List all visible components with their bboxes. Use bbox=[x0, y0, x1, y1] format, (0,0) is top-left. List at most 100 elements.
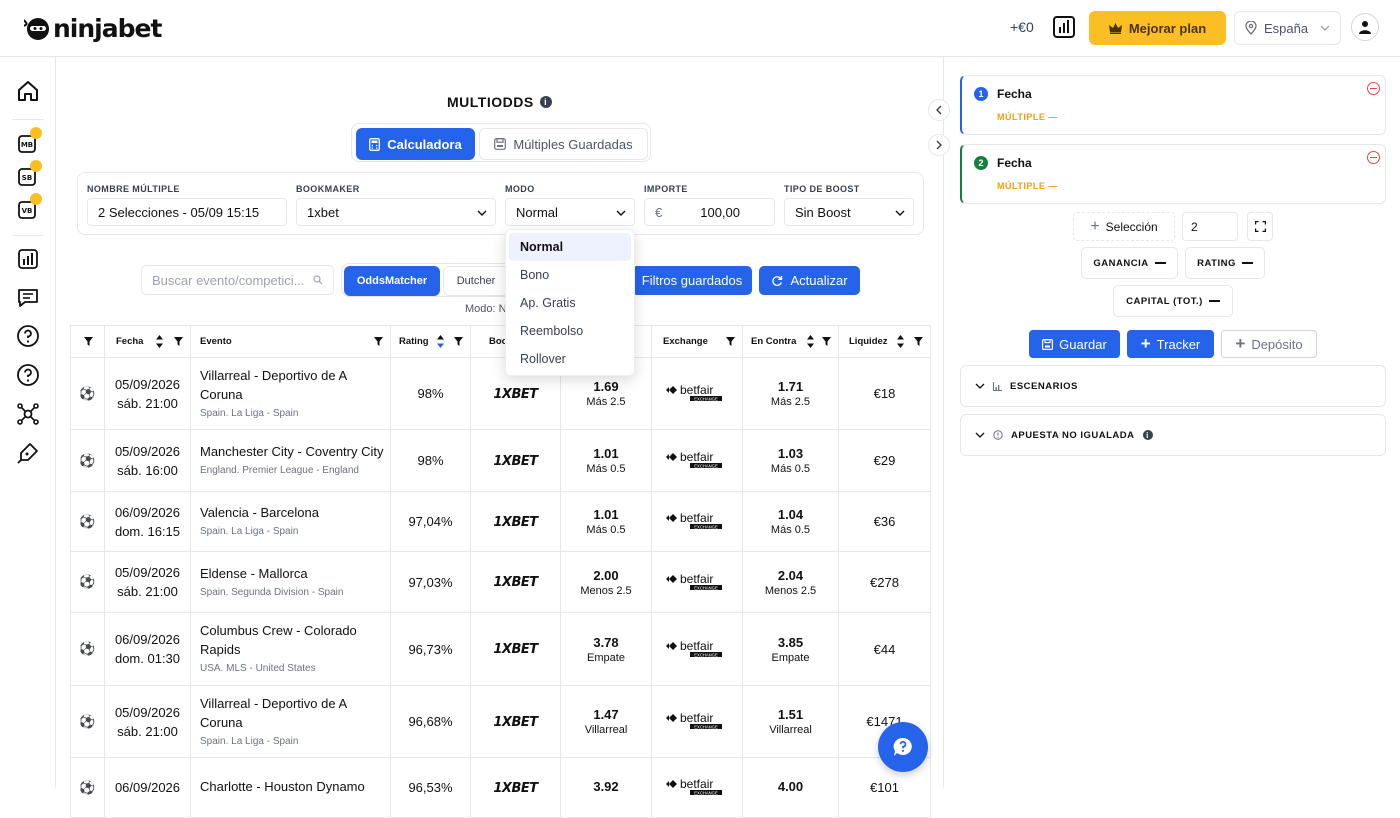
table-row[interactable]: ⚽ 05/09/2026 sáb. 21:00 Villarreal - Deport… bbox=[70, 357, 931, 430]
tab-calculadora[interactable]: Calculadora bbox=[356, 128, 475, 160]
saved-filters-button[interactable]: Filtros guardados bbox=[632, 266, 752, 295]
prev-button[interactable] bbox=[928, 99, 950, 121]
segment-dutcher[interactable]: Dutcher bbox=[443, 266, 509, 296]
remove-selection-icon[interactable] bbox=[1367, 151, 1380, 164]
home-icon[interactable] bbox=[16, 79, 40, 103]
event-cell[interactable]: Columbus Crew - Colorado Rapids USA. MLS … bbox=[190, 612, 391, 686]
header-en-contra[interactable]: En Contra bbox=[742, 325, 839, 358]
info-icon[interactable]: i bbox=[539, 96, 552, 108]
importe-input[interactable]: € 100,00 bbox=[644, 198, 775, 226]
pen-icon[interactable] bbox=[16, 441, 40, 465]
header-evento[interactable]: Evento bbox=[190, 325, 391, 358]
sort-icon[interactable] bbox=[807, 335, 814, 348]
lay-odds-cell[interactable]: 1.51 Villarreal bbox=[742, 685, 839, 758]
info-icon[interactable]: i bbox=[1142, 430, 1153, 440]
help-chat-button[interactable] bbox=[878, 722, 928, 772]
filter-icon[interactable] bbox=[914, 337, 923, 346]
filter-icon[interactable] bbox=[454, 337, 463, 346]
table-row[interactable]: ⚽ 06/09/2026 dom. 01:30 Columbus Crew - Col… bbox=[70, 612, 931, 686]
vb-icon[interactable]: VB bbox=[16, 193, 42, 221]
sort-icon[interactable] bbox=[156, 335, 163, 348]
exchange-logo[interactable]: betfair EXCHANGE bbox=[651, 429, 743, 492]
chat-icon[interactable] bbox=[16, 286, 40, 310]
lay-odds-cell[interactable]: 3.85 Empate bbox=[742, 612, 839, 686]
boost-select[interactable]: Sin Boost bbox=[784, 198, 914, 226]
modo-option-rollover[interactable]: Rollover bbox=[509, 345, 631, 373]
header-liquidez[interactable]: Liquidez bbox=[838, 325, 931, 358]
header-exchange[interactable]: Exchange bbox=[651, 325, 743, 358]
lay-odds-cell[interactable]: 1.04 Más 0.5 bbox=[742, 491, 839, 552]
selection-card-1[interactable]: 1 Fecha MÚLTIPLE — bbox=[960, 75, 1386, 135]
lay-odds-cell[interactable]: 2.04 Menos 2.5 bbox=[742, 551, 839, 613]
selection-card-2[interactable]: 2 Fecha MÚLTIPLE — bbox=[960, 144, 1386, 204]
modo-select[interactable]: Normal bbox=[505, 198, 635, 226]
filter-icon[interactable] bbox=[84, 337, 93, 346]
modo-option-bono[interactable]: Bono bbox=[509, 261, 631, 289]
escenarios-accordion[interactable]: ESCENARIOS bbox=[960, 365, 1386, 407]
table-row[interactable]: ⚽ 05/09/2026 sáb. 16:00 Manchester City - C… bbox=[70, 429, 931, 492]
ninjabet-logo[interactable]: ninjabet bbox=[24, 12, 162, 44]
bookmaker-select[interactable]: 1xbet bbox=[296, 198, 496, 226]
lay-odds-cell[interactable]: 1.71 Más 2.5 bbox=[742, 357, 839, 430]
sb-icon[interactable]: SB bbox=[16, 160, 42, 188]
lay-odds-cell[interactable]: 1.03 Más 0.5 bbox=[742, 429, 839, 492]
header-fecha[interactable]: Fecha bbox=[104, 325, 191, 358]
filter-icon[interactable] bbox=[726, 337, 735, 346]
back-odds-cell[interactable]: 1.01 Más 0.5 bbox=[560, 429, 652, 492]
header-icon-col[interactable] bbox=[70, 325, 105, 358]
balance-display[interactable]: +€0 bbox=[1010, 19, 1034, 35]
event-cell[interactable]: Eldense - Mallorca Spain. Segunda Divisio… bbox=[190, 551, 391, 613]
modo-option-ap-gratis[interactable]: Ap. Gratis bbox=[509, 289, 631, 317]
network-icon[interactable] bbox=[16, 402, 40, 426]
exchange-logo[interactable]: betfair EXCHANGE bbox=[651, 357, 743, 430]
filter-icon[interactable] bbox=[374, 337, 383, 346]
help-circle-icon[interactable] bbox=[16, 363, 40, 387]
country-selector[interactable]: España bbox=[1234, 11, 1341, 45]
exchange-logo[interactable]: betfair EXCHANGE bbox=[651, 491, 743, 552]
next-button[interactable] bbox=[928, 134, 950, 156]
mb-icon[interactable]: MB bbox=[16, 127, 42, 155]
event-cell[interactable]: Valencia - Barcelona Spain. La Liga - Spa… bbox=[190, 491, 391, 552]
event-cell[interactable]: Villarreal - Deportivo de A Coruna Spain.… bbox=[190, 685, 391, 758]
segment-oddsmatcher[interactable]: OddsMatcher bbox=[344, 266, 440, 296]
filter-icon[interactable] bbox=[174, 337, 183, 346]
stats-icon[interactable] bbox=[1052, 15, 1076, 39]
event-cell[interactable]: Manchester City - Coventry City England. … bbox=[190, 429, 391, 492]
filter-icon[interactable] bbox=[822, 337, 831, 346]
sort-icon[interactable] bbox=[897, 335, 904, 348]
expand-button[interactable] bbox=[1247, 212, 1273, 241]
apuesta-no-igualada-accordion[interactable]: APUESTA NO IGUALADA i bbox=[960, 414, 1386, 456]
exchange-logo[interactable]: betfair EXCHANGE bbox=[651, 551, 743, 613]
table-row[interactable]: ⚽ 05/09/2026 sáb. 21:00 Eldense - Mallorca S… bbox=[70, 551, 931, 613]
table-row[interactable]: ⚽ 06/09/2026 dom. 16:15 Valencia - Barcelon… bbox=[70, 491, 931, 552]
back-odds-cell[interactable]: 1.47 Villarreal bbox=[560, 685, 652, 758]
refresh-button[interactable]: Actualizar bbox=[759, 266, 860, 295]
modo-option-normal[interactable]: Normal bbox=[509, 233, 631, 261]
upgrade-plan-button[interactable]: Mejorar plan bbox=[1089, 11, 1226, 45]
bar-chart-icon[interactable] bbox=[16, 247, 40, 271]
search-input[interactable]: Buscar evento/competici... bbox=[141, 265, 334, 295]
event-cell[interactable]: Villarreal - Deportivo de A Coruna Spain.… bbox=[190, 357, 391, 430]
add-selection-button[interactable]: + Selección bbox=[1073, 212, 1175, 241]
selection-count-input[interactable]: 2 bbox=[1182, 212, 1238, 241]
bookmaker-logo[interactable]: 1XBET bbox=[470, 429, 561, 492]
back-odds-cell[interactable]: 1.01 Más 0.5 bbox=[560, 491, 652, 552]
help-icon[interactable] bbox=[16, 324, 40, 348]
table-row[interactable]: ⚽ 05/09/2026 sáb. 21:00 Villarreal - Deport… bbox=[70, 685, 931, 758]
bookmaker-logo[interactable]: 1XBET bbox=[470, 612, 561, 686]
sort-desc-icon[interactable] bbox=[437, 335, 444, 348]
tracker-button[interactable]: + Tracker bbox=[1127, 330, 1214, 358]
tab-multiples-guardadas[interactable]: Múltiples Guardadas bbox=[479, 128, 648, 160]
user-avatar[interactable] bbox=[1351, 13, 1379, 41]
guardar-button[interactable]: Guardar bbox=[1029, 330, 1120, 358]
remove-selection-icon[interactable] bbox=[1367, 82, 1380, 95]
modo-option-reembolso[interactable]: Reembolso bbox=[509, 317, 631, 345]
bookmaker-logo[interactable]: 1XBET bbox=[470, 551, 561, 613]
back-odds-cell[interactable]: 2.00 Menos 2.5 bbox=[560, 551, 652, 613]
exchange-logo[interactable]: betfair EXCHANGE bbox=[651, 685, 743, 758]
deposito-button[interactable]: + Depósito bbox=[1221, 330, 1317, 358]
bookmaker-logo[interactable]: 1XBET bbox=[470, 685, 561, 758]
bookmaker-logo[interactable]: 1XBET bbox=[470, 491, 561, 552]
exchange-logo[interactable]: betfair EXCHANGE bbox=[651, 612, 743, 686]
back-odds-cell[interactable]: 3.78 Empate bbox=[560, 612, 652, 686]
